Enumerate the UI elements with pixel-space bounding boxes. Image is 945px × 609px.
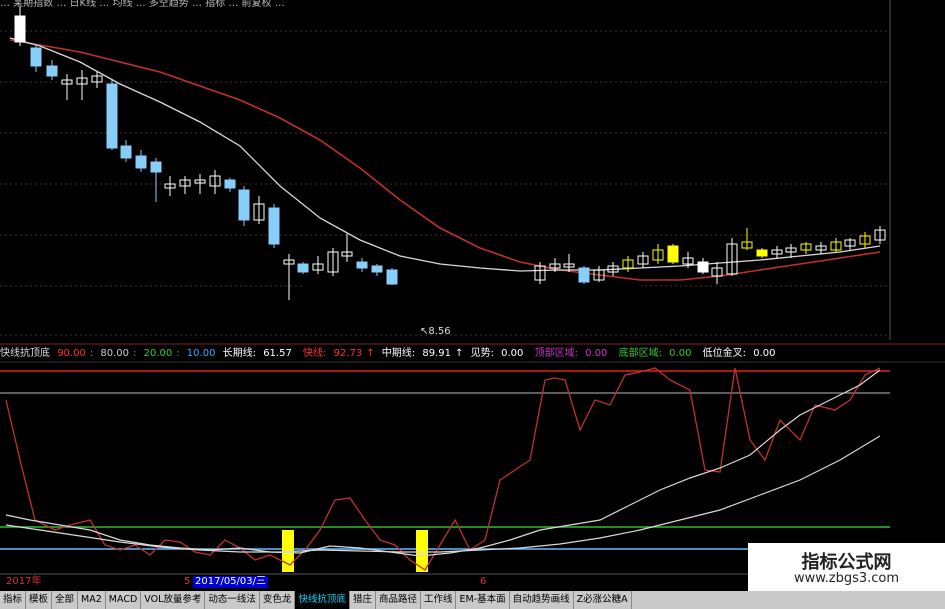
candle <box>14 6 26 46</box>
candle <box>741 228 753 250</box>
indicator-levels <box>0 370 890 550</box>
candle <box>726 238 738 276</box>
candle <box>164 176 176 196</box>
candle <box>844 238 856 250</box>
candle <box>711 262 723 284</box>
candle <box>268 204 280 248</box>
candle <box>150 158 162 202</box>
candle <box>91 72 103 88</box>
field-trend: 见势: 0.00 <box>470 348 524 359</box>
tab-z-rise[interactable]: Z必涨公糖A <box>574 591 632 609</box>
candle <box>76 70 88 100</box>
indicator-level: 90.00 <box>57 348 86 359</box>
candle <box>135 150 147 172</box>
date-month-6: 6 <box>480 576 487 587</box>
candle <box>106 80 118 150</box>
tab-dynamic-line[interactable]: 动态一线法 <box>205 591 260 609</box>
candle <box>830 238 842 252</box>
watermark: 指标公式网 www.zbgs3.com <box>748 543 945 591</box>
candle <box>341 234 353 262</box>
candle <box>224 178 236 192</box>
field-bottom-zone: 底部区域: 0.00 <box>618 348 692 359</box>
field-fast: 快线: 92.73 ↑ <box>303 348 375 359</box>
candle <box>327 248 339 276</box>
candle <box>46 60 58 80</box>
candle <box>771 246 783 258</box>
long-line <box>5 435 881 553</box>
candle <box>697 258 709 274</box>
candle <box>209 170 221 194</box>
candle <box>61 74 73 100</box>
tab-work-line[interactable]: 工作线 <box>421 591 457 609</box>
candle <box>253 196 265 224</box>
tab-hunter[interactable]: 猎庄 <box>350 591 376 609</box>
candle <box>371 264 383 276</box>
tab-em-fundamental[interactable]: EM-基本面 <box>456 591 510 609</box>
candle <box>238 186 250 226</box>
date-month-5: 5 <box>184 576 191 587</box>
candle <box>120 140 132 162</box>
tab-macd[interactable]: MACD <box>106 591 142 609</box>
indicator-tab-bar: 指标 模板 全部 MA2 MACD VOL放量参考 动态一线法 变色龙 快线抗顶… <box>0 591 945 609</box>
medium-line <box>5 369 881 557</box>
tab-vol[interactable]: VOL放量参考 <box>141 591 206 609</box>
tab-chameleon[interactable]: 变色龙 <box>260 591 296 609</box>
tab-ma2[interactable]: MA2 <box>78 591 106 609</box>
tab-fast-line[interactable]: 快线抗顶底 <box>295 591 350 609</box>
candle <box>386 268 398 286</box>
candle <box>815 242 827 254</box>
candle <box>652 244 664 264</box>
date-year: 2017年 <box>6 576 42 587</box>
indicator-level: 20.00 <box>143 348 173 359</box>
indicator-level: 80.00 <box>100 348 130 359</box>
fast-line <box>5 367 881 571</box>
candlesticks <box>14 6 886 300</box>
masked-region <box>303 285 641 323</box>
tab-auto-trend[interactable]: 自动趋势画线 <box>510 591 574 609</box>
field-top-zone: 顶部区域: 0.00 <box>534 348 608 359</box>
tab-all[interactable]: 全部 <box>52 591 79 609</box>
field-golden-cross: 低位金叉: 0.00 <box>702 348 776 359</box>
tab-indicator[interactable]: 指标 <box>0 591 27 609</box>
price-low-label: ↖8.56 <box>420 326 451 337</box>
indicator-legend-bar: 快线抗顶底 90.00: 80.00: 20.00: 10.00 长期线: 61… <box>0 347 945 361</box>
candle <box>356 258 368 272</box>
candle <box>578 266 590 284</box>
candle <box>637 252 649 268</box>
candle <box>297 262 309 274</box>
watermark-url: www.zbgs3.com <box>793 571 900 586</box>
indicator-name: 快线抗顶底 <box>0 348 50 359</box>
candle <box>622 256 634 272</box>
candle <box>283 254 295 300</box>
tab-commodity-path[interactable]: 商品路径 <box>376 591 421 609</box>
candle <box>30 44 42 72</box>
candle <box>179 176 191 194</box>
field-medium: 中期线: 89.91 ↑ <box>381 348 464 359</box>
candle <box>756 248 768 258</box>
candle <box>312 256 324 274</box>
candle <box>859 232 871 248</box>
field-long: 长期线: 61.57 <box>222 348 292 359</box>
tab-template[interactable]: 模板 <box>26 591 53 609</box>
candle <box>800 242 812 254</box>
candle <box>667 244 679 264</box>
indicator-level: 10.00 <box>186 348 216 359</box>
date-cursor: 2017/05/03/三 <box>193 576 269 588</box>
candle <box>563 254 575 272</box>
